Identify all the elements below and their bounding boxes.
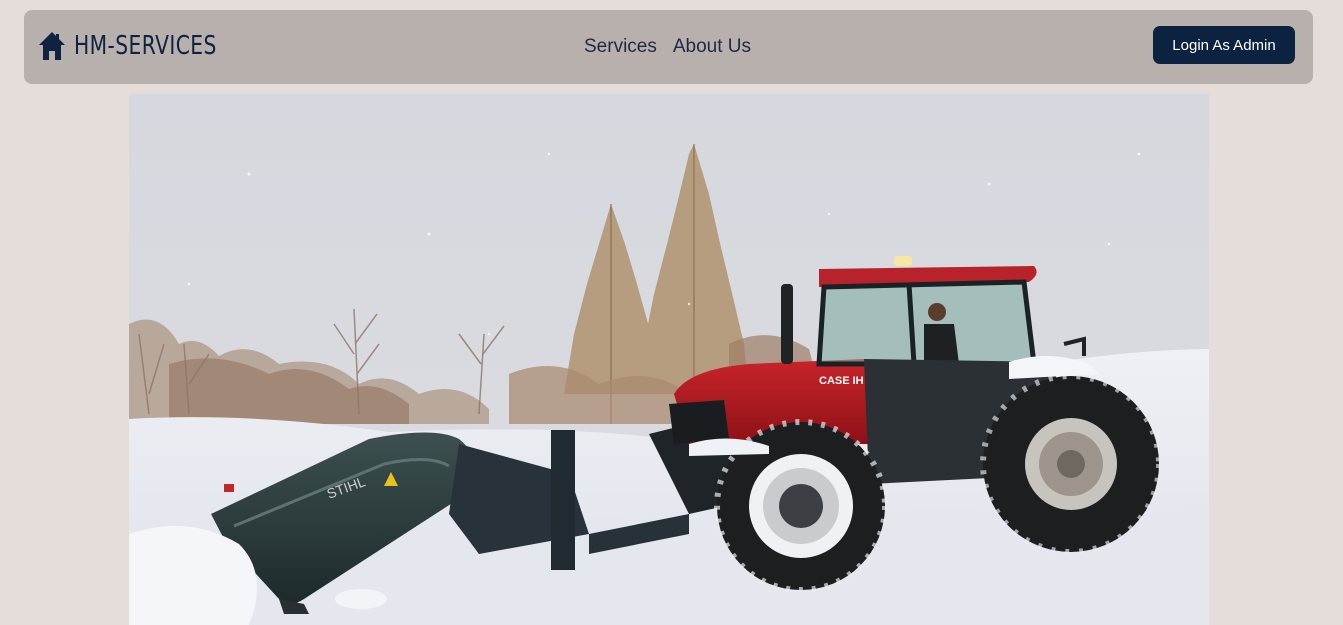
brand-logo[interactable]: HM-SERVICES [38,28,257,64]
svg-text:CASE IH: CASE IH [819,375,864,387]
hero-image: STIHL CASE IH [129,94,1209,625]
nav-link-about-us[interactable]: About Us [673,36,751,58]
snow-plow-tractor-photo: STIHL CASE IH [129,94,1209,625]
main-nav: Services About Us [584,36,751,58]
brand-name: HM-SERVICES [74,31,217,61]
navbar: HM-SERVICES Services About Us Login As A… [24,10,1313,84]
house-icon [39,32,65,60]
login-as-admin-button[interactable]: Login As Admin [1153,26,1295,64]
nav-link-services[interactable]: Services [584,36,657,58]
